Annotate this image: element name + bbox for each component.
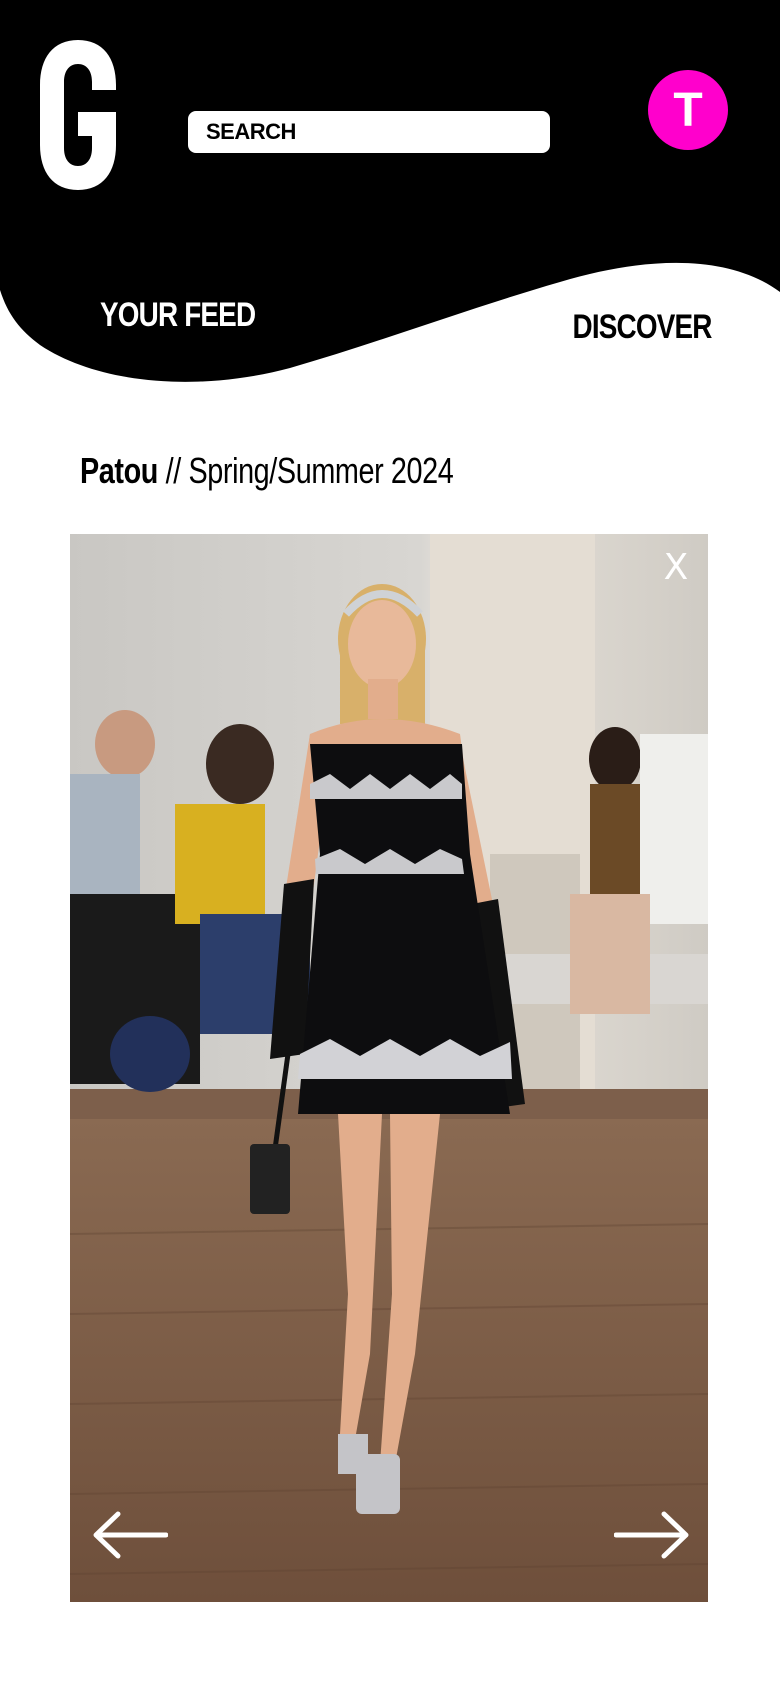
arrow-left-icon[interactable] [92, 1510, 168, 1560]
close-button[interactable]: X [654, 546, 698, 590]
avatar[interactable]: T [648, 70, 728, 150]
collection-brand[interactable]: Patou [80, 450, 158, 491]
app-page: T YOUR FEED DISCOVER Patou // Spring/Sum… [0, 0, 780, 1688]
runway-photo[interactable] [70, 534, 708, 1602]
runway-photo-illustration [70, 534, 708, 1602]
nav-discover[interactable]: DISCOVER [573, 308, 713, 347]
collection-season: Spring/Summer 2024 [188, 450, 454, 491]
title-separator: // [165, 450, 182, 491]
collection-title: Patou // Spring/Summer 2024 [80, 450, 454, 492]
arrow-right-icon[interactable] [614, 1510, 690, 1560]
nav-your-feed[interactable]: YOUR FEED [100, 296, 256, 335]
avatar-initial: T [673, 83, 703, 137]
search-input[interactable] [188, 111, 550, 153]
logo-icon[interactable] [38, 40, 118, 190]
